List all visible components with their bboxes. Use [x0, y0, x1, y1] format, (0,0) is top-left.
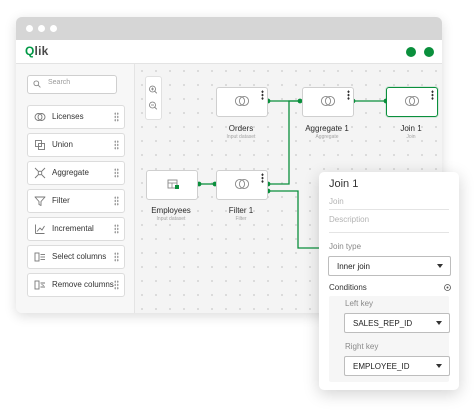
node-filter-1[interactable] — [216, 170, 268, 200]
node-title: Aggregate 1 — [305, 124, 349, 133]
join-type-value: Inner join — [337, 262, 370, 271]
left-key-value: SALES_REP_ID — [353, 319, 413, 328]
node-title: Orders — [228, 124, 254, 133]
info-icon[interactable] — [444, 284, 451, 291]
node-orders[interactable] — [216, 87, 268, 117]
join-properties-panel: Join 1 Join Description Join type Inner … — [319, 172, 459, 390]
node-title: Filter 1 — [228, 206, 254, 215]
panel-title: Join 1 — [329, 178, 359, 190]
more-options-icon[interactable] — [261, 173, 264, 183]
node-subtitle: Aggregate — [315, 134, 339, 140]
left-key-select[interactable]: SALES_REP_ID — [344, 313, 450, 333]
chevron-down-icon — [437, 264, 443, 268]
name-field-underline — [329, 209, 449, 210]
more-options-icon[interactable] — [347, 90, 350, 100]
join-type-label: Join type — [329, 242, 362, 251]
more-options-icon[interactable] — [431, 90, 434, 100]
dataset-icon — [234, 95, 250, 107]
conditions-label: Conditions — [329, 283, 367, 292]
right-key-value: EMPLOYEE_ID — [353, 362, 410, 371]
more-options-icon[interactable] — [261, 90, 264, 100]
chevron-down-icon — [436, 321, 442, 325]
left-key-label: Left key — [345, 299, 374, 308]
node-subtitle: Filter — [235, 216, 247, 222]
link-filter-join-panel — [268, 190, 322, 249]
aggregate-node-icon — [320, 95, 336, 107]
node-title: Join 1 — [400, 124, 422, 133]
description-field-underline — [329, 232, 449, 233]
node-join-1[interactable] — [386, 87, 438, 117]
filter-node-icon — [234, 178, 250, 190]
conditions-box: Left key SALES_REP_ID Right key EMPLOYEE… — [329, 296, 450, 382]
right-key-label: Right key — [345, 342, 379, 351]
node-subtitle: Input dataset — [156, 216, 186, 222]
node-employees[interactable] — [146, 170, 198, 200]
node-subtitle: Input dataset — [226, 134, 256, 140]
link-filter-aggregate — [268, 100, 300, 185]
node-subtitle: Join — [406, 134, 416, 140]
node-aggregate-1[interactable] — [302, 87, 354, 117]
join-node-icon — [404, 95, 420, 107]
join-type-select[interactable]: Inner join — [328, 256, 451, 276]
name-field[interactable]: Join — [329, 197, 344, 206]
description-field[interactable]: Description — [329, 215, 369, 224]
chevron-down-icon — [436, 364, 442, 368]
node-title: Employees — [151, 206, 191, 215]
right-key-select[interactable]: EMPLOYEE_ID — [344, 356, 450, 376]
dataset-icon — [167, 179, 179, 189]
